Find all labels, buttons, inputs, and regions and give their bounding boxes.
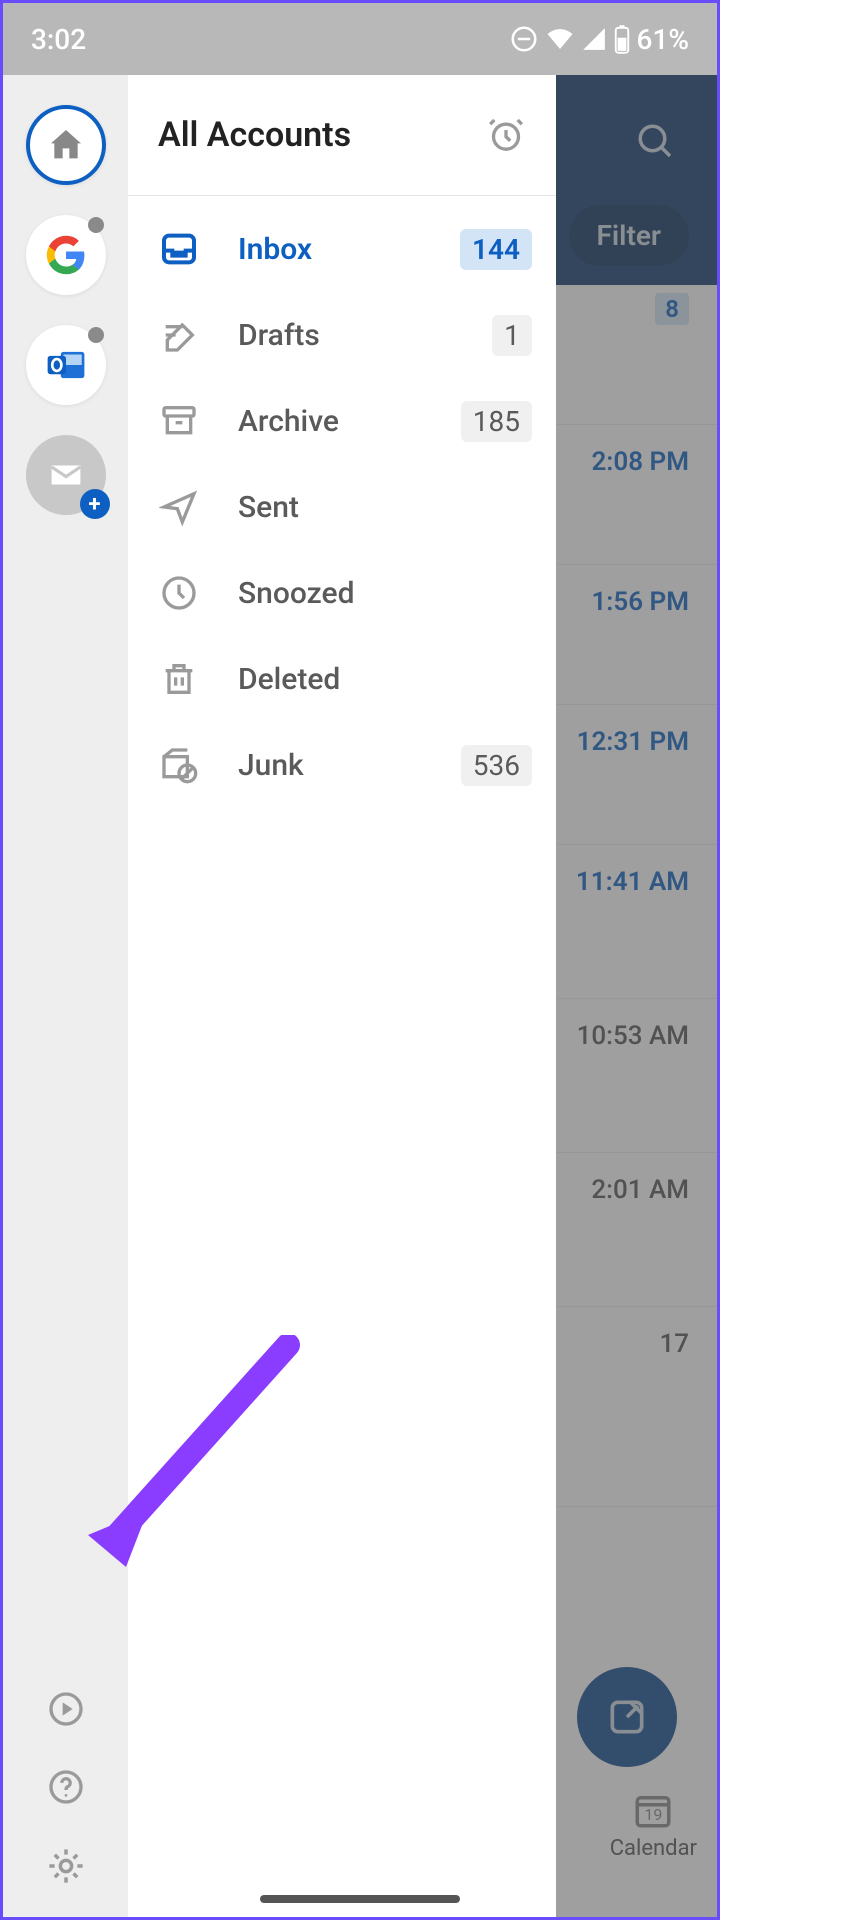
outlook-icon [45,344,87,386]
play-icon[interactable] [46,1689,86,1729]
folder-deleted[interactable]: Deleted [128,636,556,722]
folder-label: Drafts [238,318,454,353]
folder-drafts[interactable]: Drafts 1 [128,292,556,378]
send-icon [159,487,199,527]
nav-drawer: + All Accounts Inbox 144 [3,75,556,1917]
drawer-title: All Accounts [158,115,351,155]
folder-label: Deleted [238,662,532,697]
folder-snoozed[interactable]: Snoozed [128,550,556,636]
google-icon [45,234,87,276]
status-time: 3:02 [31,23,86,56]
google-account-button[interactable] [26,215,106,295]
folder-count: 144 [460,229,532,270]
battery-icon [613,24,631,54]
notification-dot [88,217,104,233]
folder-archive[interactable]: Archive 185 [128,378,556,464]
folder-panel: All Accounts Inbox 144 Drafts 1 Archive [128,75,556,1917]
home-indicator [260,1895,460,1903]
pencil-icon [159,315,199,355]
folder-label: Junk [238,748,423,783]
home-icon [46,125,86,165]
folder-label: Snoozed [238,576,532,611]
archive-icon [159,401,199,441]
folder-inbox[interactable]: Inbox 144 [128,206,556,292]
dnd-icon [509,24,539,54]
tray-icon [159,229,199,269]
trash-icon [159,659,199,699]
folder-label: Sent [238,490,532,525]
folder-junk[interactable]: Junk 536 [128,722,556,808]
folder-header: All Accounts [128,75,556,196]
notification-dot [88,327,104,343]
alarm-icon[interactable] [486,115,526,155]
folder-count: 536 [461,745,532,786]
battery-percent: 61% [637,23,689,56]
gear-icon[interactable] [45,1845,87,1887]
folder-label: Archive [238,404,423,439]
folder-count: 185 [461,401,532,442]
folder-count: 1 [492,315,532,356]
add-account-button[interactable]: + [26,435,106,515]
signal-icon [581,26,607,52]
home-account-button[interactable] [26,105,106,185]
junk-icon [159,745,199,785]
account-rail: + [3,75,128,1917]
folder-label: Inbox [238,232,422,267]
plus-icon: + [80,489,110,519]
folder-sent[interactable]: Sent [128,464,556,550]
outlook-account-button[interactable] [26,325,106,405]
clock-icon [159,573,199,613]
help-icon[interactable] [46,1767,86,1807]
mail-icon [47,456,85,494]
status-bar: 3:02 61% [3,3,717,75]
wifi-icon [545,24,575,54]
scrim[interactable] [556,75,717,1917]
folder-list: Inbox 144 Drafts 1 Archive 185 Sent [128,196,556,818]
